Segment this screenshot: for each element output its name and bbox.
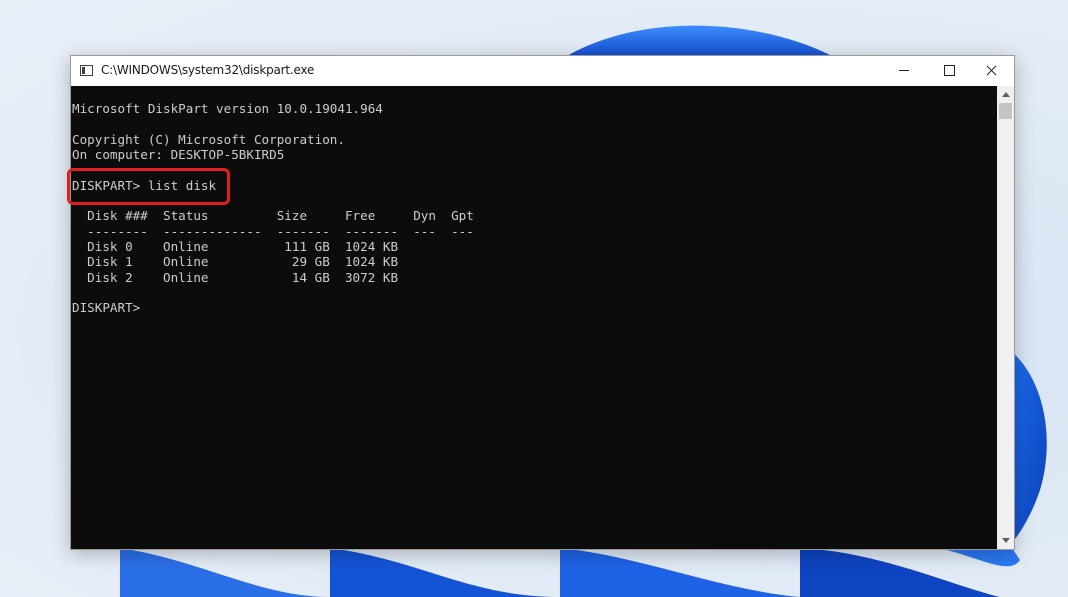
disk-table-header: Disk ### Status Size Free Dyn Gpt (72, 208, 474, 223)
disk-table-row: Disk 2 Online 14 GB 3072 KB (72, 270, 399, 285)
command-highlight-box (67, 168, 230, 205)
maximize-button[interactable] (926, 56, 971, 86)
scroll-up-arrow-icon[interactable] (997, 86, 1014, 103)
close-button[interactable] (969, 56, 1014, 86)
scroll-thumb[interactable] (999, 103, 1012, 119)
disk-table-row: Disk 0 Online 111 GB 1024 KB (72, 239, 399, 254)
console-line: Copyright (C) Microsoft Corporation. (72, 132, 345, 147)
console-line: On computer: DESKTOP-5BKIRD5 (72, 147, 285, 162)
vertical-scrollbar[interactable] (997, 86, 1014, 549)
console-output[interactable]: Microsoft DiskPart version 10.0.19041.96… (71, 86, 997, 549)
console-line: Microsoft DiskPart version 10.0.19041.96… (72, 101, 383, 116)
console-app-icon (80, 65, 93, 76)
disk-table-row: Disk 1 Online 29 GB 1024 KB (72, 254, 399, 269)
scroll-down-arrow-icon[interactable] (997, 532, 1014, 549)
diskpart-window: C:\WINDOWS\system32\diskpart.exe Microso… (70, 55, 1015, 550)
diskpart-prompt: DISKPART> (72, 300, 141, 315)
window-title: C:\WINDOWS\system32\diskpart.exe (101, 63, 315, 77)
minimize-icon (899, 70, 909, 71)
minimize-button[interactable] (881, 56, 926, 86)
disk-table-separator: -------- ------------- ------- ------- -… (72, 224, 474, 239)
title-bar[interactable]: C:\WINDOWS\system32\diskpart.exe (71, 56, 1014, 86)
maximize-icon (944, 65, 955, 76)
